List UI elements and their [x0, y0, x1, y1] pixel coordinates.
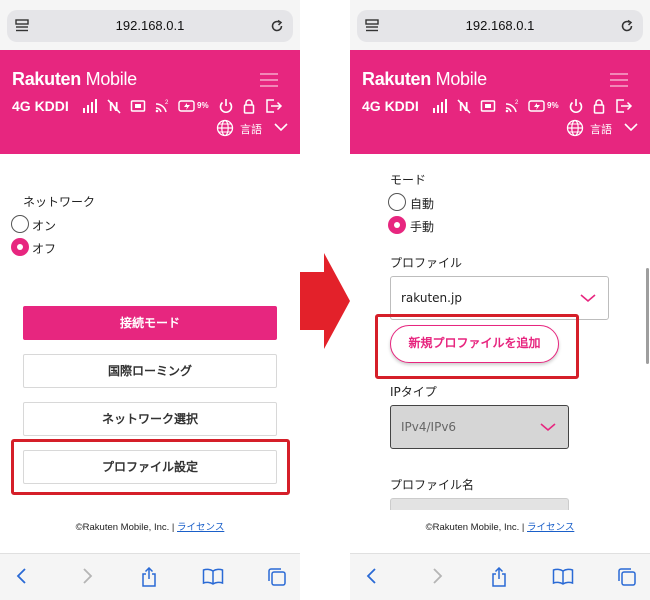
language-selector[interactable]: 言語 — [566, 119, 638, 137]
lock-icon[interactable] — [241, 98, 257, 114]
no-signal-icon: N — [457, 99, 471, 114]
network-label: 4G KDDI — [12, 98, 69, 114]
scrollbar[interactable] — [646, 268, 649, 364]
battery-percent: 9% — [547, 101, 559, 110]
status-row: 4G KDDI N 2 9% — [362, 96, 648, 116]
language-label: 言語 — [590, 123, 612, 136]
battery-icon — [528, 100, 545, 112]
address-bar[interactable]: 192.168.0.1 — [357, 10, 643, 42]
ip-type-select-value: IPv4/IPv6 — [401, 420, 457, 434]
chevron-down-icon — [580, 294, 596, 303]
footer: ©Rakuten Mobile, Inc. | ライセンス — [350, 519, 650, 533]
hamburger-menu-icon[interactable] — [610, 73, 628, 87]
mode-auto-radio[interactable] — [388, 193, 406, 211]
profile-select-value: rakuten.jp — [401, 291, 462, 305]
app-header: Rakuten Mobile 4G KDDI N 2 9% 言語 — [350, 50, 650, 154]
phone-right: 192.168.0.1 Rakuten Mobile 4G KDDI N 2 9… — [350, 0, 650, 600]
transition-arrow-icon — [300, 253, 350, 349]
profile-section-label: プロファイル — [390, 256, 463, 270]
power-icon[interactable] — [568, 98, 584, 114]
mode-section-label: モード — [390, 173, 427, 187]
share-icon[interactable] — [140, 567, 158, 587]
network-off-label: オフ — [32, 242, 57, 256]
ip-type-select[interactable]: IPv4/IPv6 — [390, 405, 569, 449]
lock-icon[interactable] — [591, 98, 607, 114]
network-on-radio[interactable] — [11, 215, 29, 233]
reload-icon[interactable] — [269, 18, 285, 34]
tabs-icon[interactable] — [617, 567, 637, 587]
footer: ©Rakuten Mobile, Inc. | ライセンス — [0, 519, 300, 533]
url-text: 192.168.0.1 — [465, 18, 535, 33]
battery-icon — [178, 100, 195, 112]
browser-toolbar: 192.168.0.1 — [0, 0, 300, 50]
app-header: Rakuten Mobile 4G KDDI N 2 9% 言語 — [0, 50, 300, 154]
sim-icon — [480, 100, 496, 112]
reload-icon[interactable] — [619, 18, 635, 34]
logout-icon[interactable] — [615, 98, 633, 114]
signal-icon — [83, 99, 97, 113]
browser-bottom-toolbar — [350, 553, 650, 600]
wifi-icon: 2 — [505, 100, 519, 113]
svg-text:2: 2 — [165, 100, 169, 106]
tabs-icon[interactable] — [267, 567, 287, 587]
forward-icon[interactable] — [430, 567, 444, 585]
share-icon[interactable] — [490, 567, 508, 587]
network-off-radio[interactable] — [11, 238, 29, 256]
no-signal-icon: N — [107, 99, 121, 114]
signal-icon — [433, 99, 447, 113]
international-roaming-button[interactable]: 国際ローミング — [23, 354, 277, 388]
address-bar[interactable]: 192.168.0.1 — [7, 10, 293, 42]
svg-text:2: 2 — [515, 100, 519, 106]
chevron-down-icon — [624, 123, 638, 132]
ip-type-label: IPタイプ — [390, 385, 437, 399]
bookmarks-icon[interactable] — [552, 567, 574, 585]
copyright-text: ©Rakuten Mobile, Inc. | — [75, 522, 178, 533]
network-on-label: オン — [32, 219, 57, 233]
forward-icon[interactable] — [80, 567, 94, 585]
screenshot-stage: 192.168.0.1 Rakuten Mobile 4G KDDI N 2 9… — [0, 0, 650, 600]
sim-icon — [130, 100, 146, 112]
back-icon[interactable] — [15, 567, 29, 585]
bookmarks-icon[interactable] — [202, 567, 224, 585]
profile-name-label: プロファイル名 — [390, 478, 475, 492]
license-link[interactable]: ライセンス — [177, 522, 224, 533]
status-row: 4G KDDI N 2 9% — [12, 96, 298, 116]
phone-left: 192.168.0.1 Rakuten Mobile 4G KDDI N 2 9… — [0, 0, 300, 600]
mode-manual-label: 手動 — [410, 220, 435, 234]
globe-icon — [216, 119, 234, 137]
language-selector[interactable]: 言語 — [216, 119, 288, 137]
brand-logo: Rakuten Mobile — [362, 69, 487, 89]
browser-toolbar: 192.168.0.1 — [350, 0, 650, 50]
network-section-label: ネットワーク — [23, 195, 96, 209]
back-icon[interactable] — [365, 567, 379, 585]
chevron-down-icon — [274, 123, 288, 132]
copyright-text: ©Rakuten Mobile, Inc. | — [425, 522, 528, 533]
language-label: 言語 — [240, 123, 262, 136]
browser-bottom-toolbar — [0, 553, 300, 600]
battery-percent: 9% — [197, 101, 209, 110]
mode-manual-radio[interactable] — [388, 216, 406, 234]
power-icon[interactable] — [218, 98, 234, 114]
network-label: 4G KDDI — [362, 98, 419, 114]
connection-mode-button[interactable]: 接続モード — [23, 306, 277, 340]
logout-icon[interactable] — [265, 98, 283, 114]
profile-name-input[interactable] — [390, 498, 569, 510]
mode-auto-label: 自動 — [410, 197, 435, 211]
highlight-box — [375, 314, 579, 379]
hamburger-menu-icon[interactable] — [260, 73, 278, 87]
chevron-down-icon — [540, 423, 556, 432]
url-text: 192.168.0.1 — [115, 18, 185, 33]
license-link[interactable]: ライセンス — [527, 522, 574, 533]
brand-logo: Rakuten Mobile — [12, 69, 137, 89]
wifi-icon: 2 — [155, 100, 169, 113]
highlight-box — [11, 439, 290, 495]
network-selection-button[interactable]: ネットワーク選択 — [23, 402, 277, 436]
globe-icon — [566, 119, 584, 137]
